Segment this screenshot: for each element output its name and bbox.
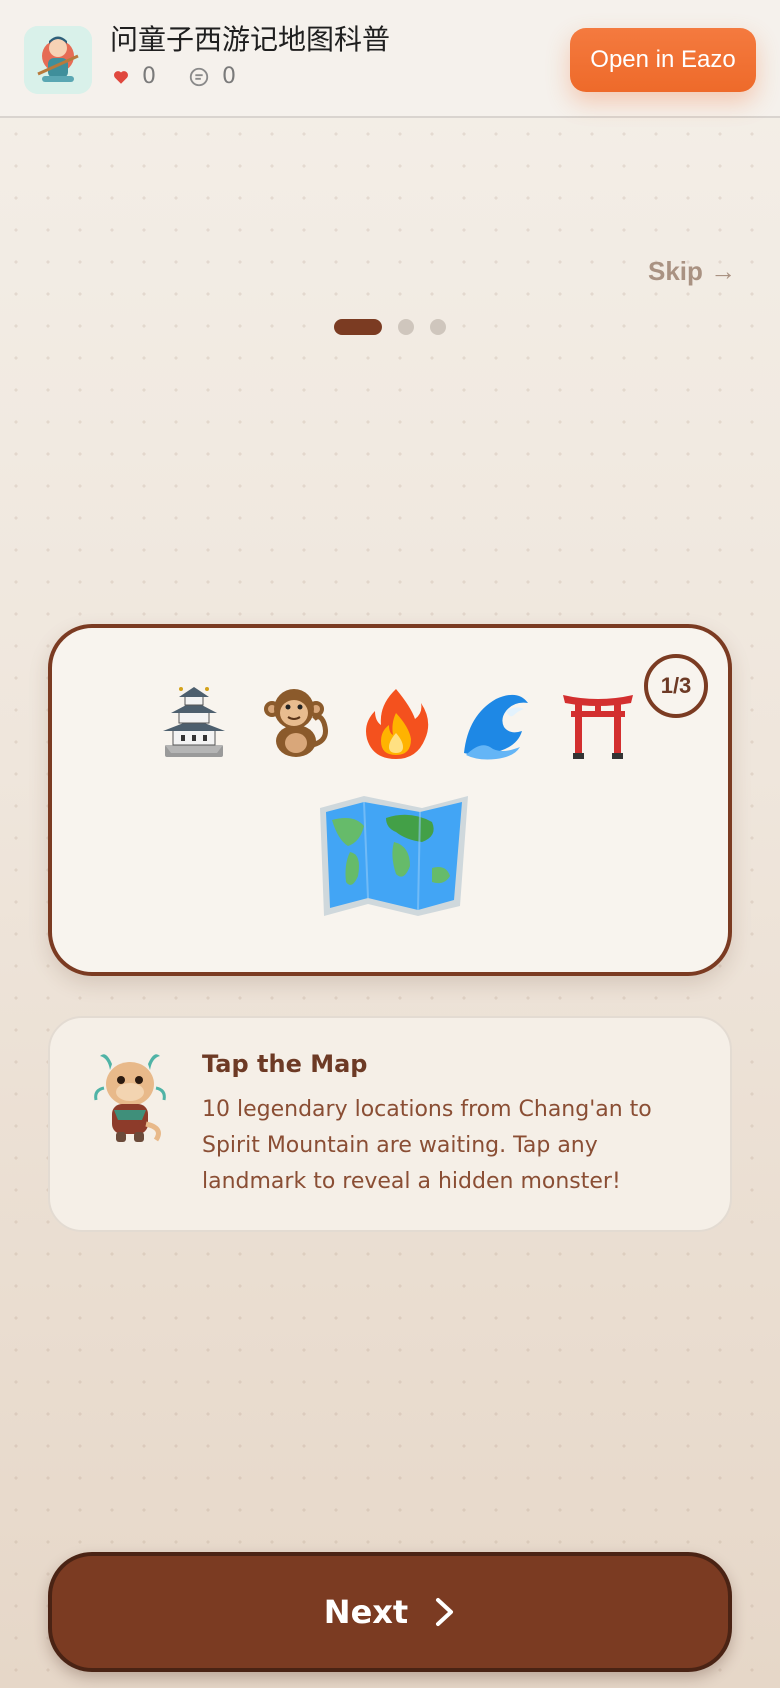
step-counter: 1/3 <box>644 654 708 718</box>
heart-icon <box>114 70 128 84</box>
next-button-label: Next <box>323 1593 409 1631</box>
dragon-mascot-icon <box>90 1048 170 1148</box>
monkey-icon <box>257 683 333 763</box>
fire-icon <box>358 683 434 763</box>
landmarks-card: 1/3 <box>48 624 732 976</box>
page-indicator <box>334 319 446 335</box>
tip-card: Tap the Map 10 legendary locations from … <box>48 1016 732 1232</box>
app-header: 问童子西游记地图科普 0 0 Open in Eazo <box>0 0 780 118</box>
app-icon[interactable] <box>24 26 92 94</box>
comments-stat[interactable]: 0 <box>188 64 236 89</box>
wave-icon <box>459 683 535 763</box>
likes-count: 0 <box>142 64 156 89</box>
chevron-right-icon <box>436 1598 454 1626</box>
app-title: 问童子西游记地图科普 <box>110 23 391 56</box>
likes-stat[interactable]: 0 <box>112 64 156 89</box>
emoji-row <box>156 683 636 763</box>
tip-title: Tap the Map <box>202 1050 368 1078</box>
tip-body: 10 legendary locations from Chang'an to … <box>202 1097 652 1194</box>
page-dot[interactable] <box>430 319 446 335</box>
open-in-eazo-button[interactable]: Open in Eazo <box>570 28 756 92</box>
next-button[interactable]: Next <box>48 1552 732 1672</box>
page-dot-active[interactable] <box>334 319 382 335</box>
world-map-icon[interactable] <box>314 790 474 920</box>
comment-icon <box>189 67 209 86</box>
castle-icon <box>156 683 232 763</box>
stats-row: 0 0 <box>112 64 258 89</box>
torii-gate-icon <box>560 683 636 763</box>
skip-button[interactable]: Skip → <box>648 256 736 287</box>
comments-count: 0 <box>222 64 236 89</box>
page-dot[interactable] <box>398 319 414 335</box>
